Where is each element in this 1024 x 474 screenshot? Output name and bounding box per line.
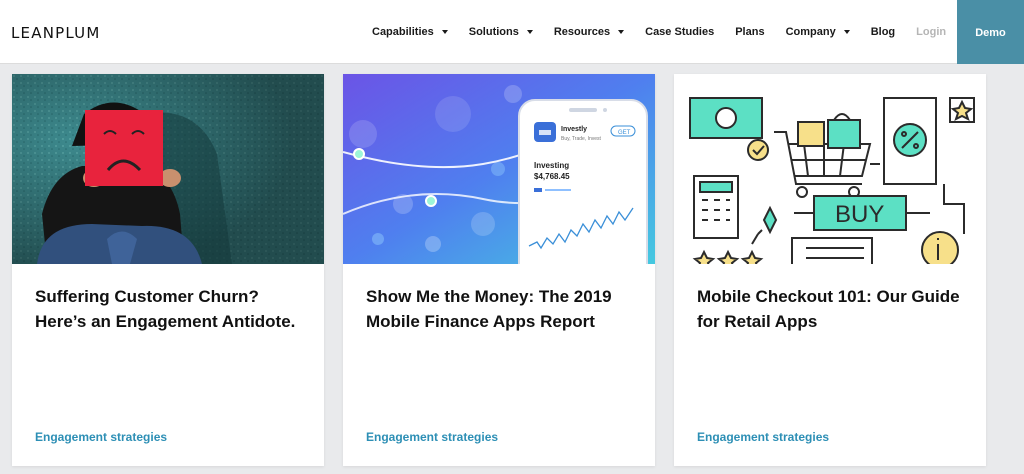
card-category-link[interactable]: Engagement strategies	[697, 430, 829, 444]
article-card-finance[interactable]: Investly Buy, Trade, Invest GET Investin…	[343, 74, 655, 466]
nav-plans[interactable]: Plans	[735, 26, 764, 38]
card-title[interactable]: Mobile Checkout 101: Our Guide for Retai…	[697, 284, 967, 334]
get-badge: GET	[618, 130, 631, 136]
nav-label: Plans	[735, 26, 765, 38]
leanplum-logo[interactable]: LEANPLUM	[11, 24, 101, 42]
demo-button[interactable]: Demo	[957, 0, 1024, 64]
card-category-link[interactable]: Engagement strategies	[366, 430, 498, 444]
card-category-link[interactable]: Engagement strategies	[35, 430, 167, 444]
nav-capabilities[interactable]: Capabilities	[372, 26, 448, 38]
nav-blog[interactable]: Blog	[871, 26, 895, 38]
nav-label: Solutions	[468, 26, 519, 38]
nav-label: Login	[916, 26, 947, 38]
card-image-retail-illustration[interactable]: BUY	[674, 74, 986, 264]
nav-resources[interactable]: Resources	[553, 26, 625, 38]
nav-label: Company	[785, 26, 836, 38]
nav-label: Resources	[553, 26, 611, 38]
nav-label: Case Studies	[645, 26, 715, 38]
nav-label: Blog	[870, 26, 896, 38]
nav-label: Capabilities	[372, 26, 434, 38]
investing-label: Investing	[534, 161, 569, 170]
app-subtitle: Buy, Trade, Invest	[561, 136, 602, 142]
nav-solutions[interactable]: Solutions	[469, 26, 533, 38]
article-card-churn[interactable]: Suffering Customer Churn? Here’s an Enga…	[12, 74, 324, 466]
card-image-sad-face[interactable]	[12, 74, 324, 264]
main-nav: Capabilities Solutions Resources Case St…	[372, 0, 967, 64]
caret-down-icon	[526, 30, 533, 34]
nav-company[interactable]: Company	[786, 26, 850, 38]
article-card-checkout[interactable]: BUY Mobile Checkout 101: Our Guide for R…	[674, 74, 986, 466]
caret-down-icon	[441, 30, 448, 34]
caret-down-icon	[843, 30, 850, 34]
buy-sign-text: BUY	[835, 201, 884, 228]
card-image-finance-app[interactable]: Investly Buy, Trade, Invest GET Investin…	[343, 74, 655, 264]
investing-amount: $4,768.45	[534, 172, 570, 181]
card-title[interactable]: Show Me the Money: The 2019 Mobile Finan…	[366, 284, 636, 334]
card-title[interactable]: Suffering Customer Churn? Here’s an Enga…	[35, 284, 305, 334]
nav-case-studies[interactable]: Case Studies	[645, 26, 714, 38]
nav-login[interactable]: Login	[916, 26, 946, 38]
caret-down-icon	[618, 30, 625, 34]
app-name: Investly	[561, 126, 587, 133]
site-header: LEANPLUM Capabilities Solutions Resource…	[0, 0, 1024, 64]
